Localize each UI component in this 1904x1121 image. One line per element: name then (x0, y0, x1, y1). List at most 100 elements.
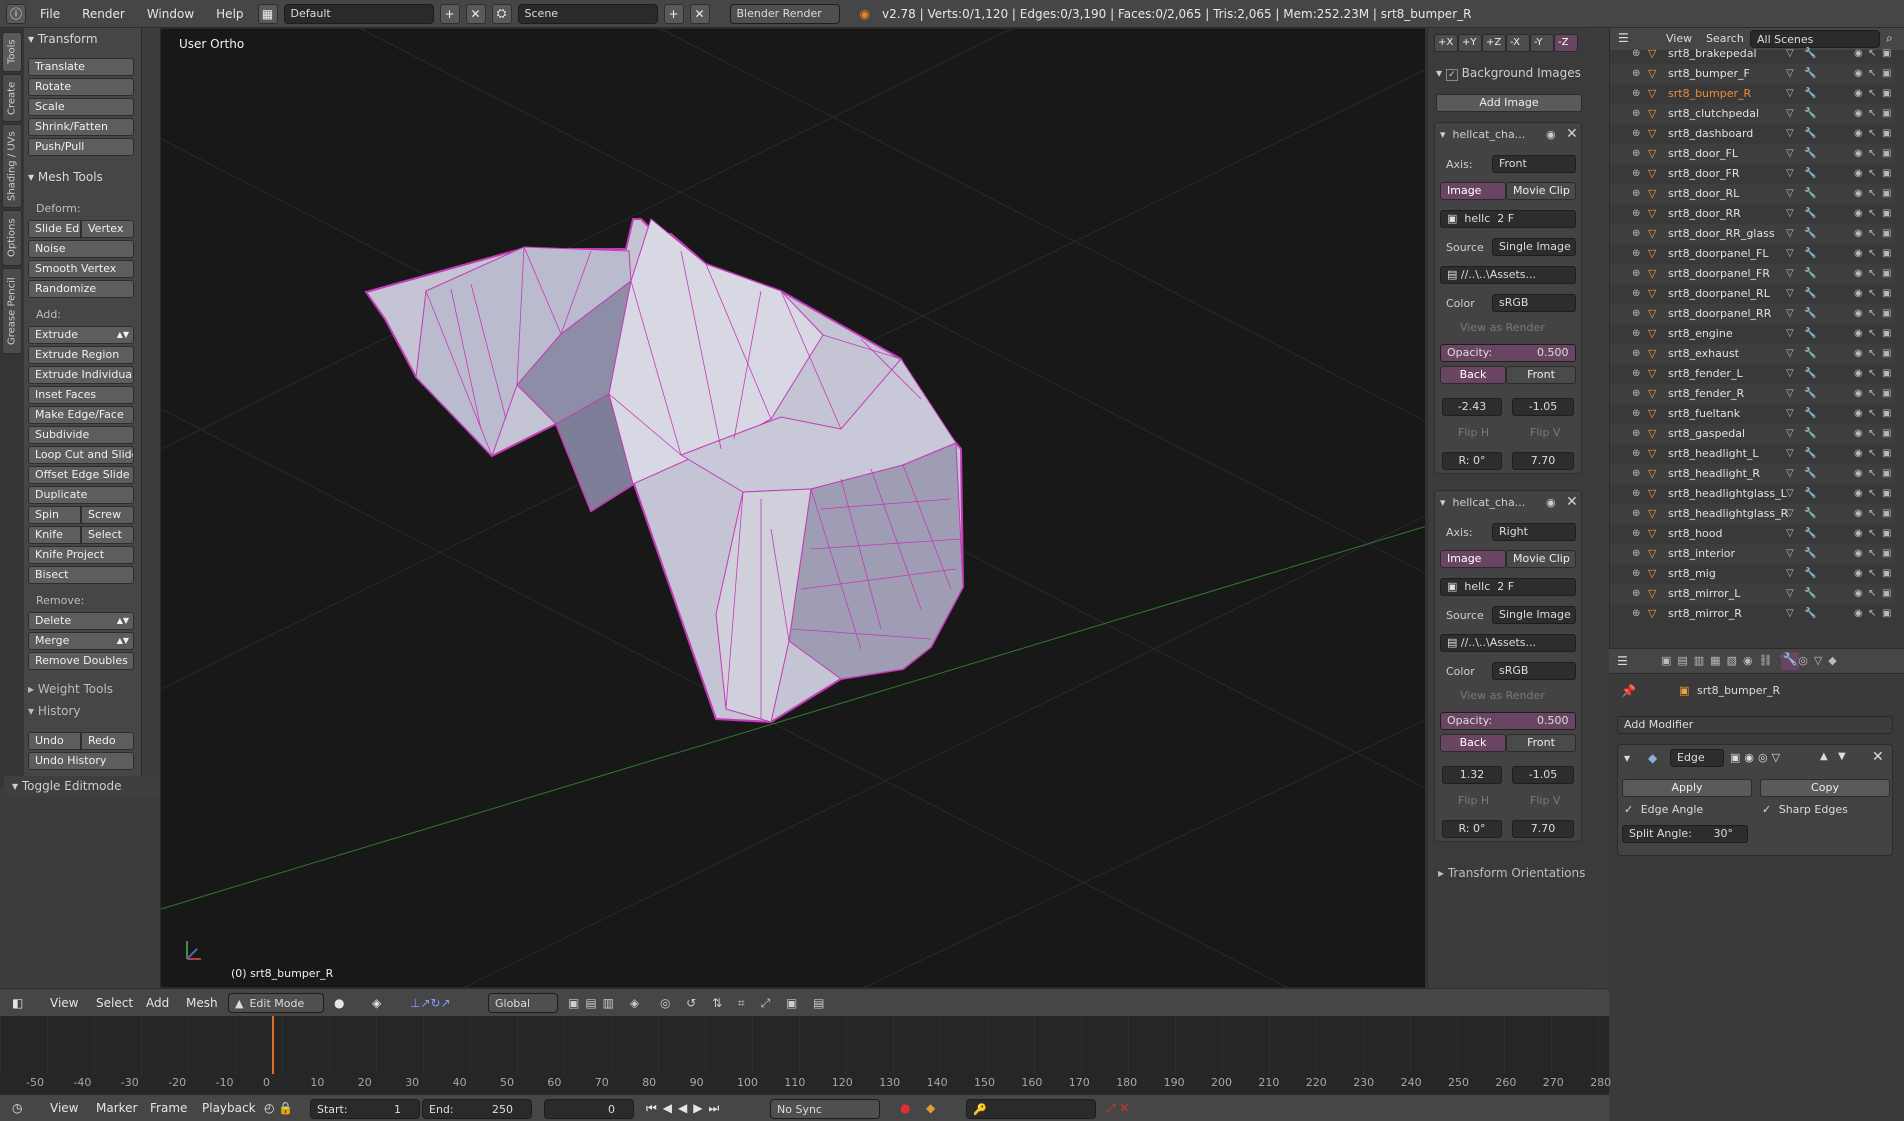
render-engine-select[interactable]: Blender Render (729, 3, 840, 24)
menu-help[interactable]: Help (208, 7, 251, 21)
editor-type-icon[interactable]: ◧ (12, 993, 23, 1013)
render-icon[interactable]: ▣ (1882, 424, 1891, 444)
timeline[interactable]: -50 -40 -30 -20 -10 0 10 20 30 40 50 60 70 80 90 100 110… (0, 1016, 1611, 1094)
expand-icon[interactable]: ⊕ (1632, 64, 1640, 84)
render-icon[interactable]: ▣ (1882, 544, 1891, 564)
opacity-slider[interactable]: Opacity: 0.500 (1440, 344, 1576, 362)
render-icon[interactable]: ▣ (1882, 44, 1891, 64)
remove-scene-icon[interactable]: ✕ (689, 3, 710, 24)
move-down-icon[interactable]: ▼ (1838, 751, 1846, 762)
transform-panel-header[interactable]: ▾ Transform (28, 32, 98, 46)
weight-tools-panel-header[interactable]: ▸ Weight Tools (28, 682, 113, 696)
eye-icon[interactable]: ◉ (1854, 584, 1863, 604)
redo-button[interactable]: Redo (81, 732, 134, 750)
cursor-select-icon[interactable]: ↖ (1868, 324, 1876, 344)
cursor-select-icon[interactable]: ↖ (1868, 504, 1876, 524)
flip-h-checkbox[interactable]: Flip H (1458, 426, 1489, 439)
bumper-mesh[interactable] (364, 218, 965, 724)
axis-select[interactable]: Front (1492, 155, 1576, 173)
scale-button[interactable]: Scale (28, 98, 134, 116)
outliner-item-label[interactable]: srt8_hood (1668, 524, 1722, 544)
viewport-canvas[interactable] (161, 29, 1426, 988)
viewport-shading-icon[interactable]: ● (334, 993, 344, 1013)
checkbox-checked-icon[interactable]: ✓ (1445, 69, 1458, 81)
inset-faces-button[interactable]: Inset Faces (28, 386, 134, 404)
flip-h-checkbox[interactable]: Flip H (1458, 794, 1489, 807)
history-panel-header[interactable]: ▾ History (28, 704, 81, 718)
render-icon[interactable]: ▣ (1882, 344, 1891, 364)
outliner-item-label[interactable]: srt8_mirror_L (1668, 584, 1740, 604)
outliner-row[interactable]: ⊕ ▽ srt8_headlightglass_R ▽ 🔧 ◉ ↖ ▣ (1610, 504, 1895, 524)
outliner-row[interactable]: ⊕ ▽ srt8_fender_R ▽ 🔧 ◉ ↖ ▣ (1610, 384, 1895, 404)
cursor-select-icon[interactable]: ↖ (1868, 364, 1876, 384)
render-icon[interactable]: ▣ (1882, 264, 1891, 284)
outliner-item-label[interactable]: srt8_headlightglass_L (1668, 484, 1787, 504)
proportional-edit-icons[interactable]: ◎ ↺ ⇅ ⌗ ⤢ ▣ ▤ (660, 993, 831, 1013)
expand-icon[interactable]: ⊕ (1632, 304, 1640, 324)
expand-icon[interactable]: ⊕ (1632, 484, 1640, 504)
slide-vertex-button[interactable]: Vertex (81, 220, 134, 238)
render-icon[interactable]: ▣ (1882, 504, 1891, 524)
outliner-item-label[interactable]: srt8_engine (1668, 324, 1733, 344)
eye-icon[interactable]: ◉ (1854, 104, 1863, 124)
outliner-row[interactable]: ⊕ ▽ srt8_door_RR_glass ▽ 🔧 ◉ ↖ ▣ (1610, 224, 1895, 244)
mesh-tools-panel-header[interactable]: ▾ Mesh Tools (28, 170, 103, 184)
outliner-row[interactable]: ⊕ ▽ srt8_fender_L ▽ 🔧 ◉ ↖ ▣ (1610, 364, 1895, 384)
move-up-icon[interactable]: ▲ (1820, 751, 1828, 762)
smooth-vertex-button[interactable]: Smooth Vertex (28, 260, 134, 278)
add-image-button[interactable]: Add Image (1436, 94, 1582, 112)
cursor-select-icon[interactable]: ↖ (1868, 284, 1876, 304)
outliner-item-label[interactable]: srt8_doorpanel_FL (1668, 244, 1769, 264)
tl-frame-menu[interactable]: Frame (150, 1098, 187, 1118)
start-frame-field[interactable]: Start: 1 (310, 1099, 420, 1119)
orientation-select[interactable]: Global (488, 993, 558, 1013)
background-images-header[interactable]: ▾ ✓ Background Images (1436, 66, 1581, 81)
outliner-row[interactable]: ⊕ ▽ srt8_mirror_R ▽ 🔧 ◉ ↖ ▣ (1610, 604, 1895, 624)
keyframe-icon[interactable]: ◆ (926, 1098, 935, 1118)
loop-cut-slide-button[interactable]: Loop Cut and Slide (28, 446, 134, 464)
outliner-item-label[interactable]: srt8_doorpanel_RL (1668, 284, 1770, 304)
eye-icon[interactable]: ◉ (1854, 424, 1863, 444)
axis-plus-x-button[interactable]: +X (1434, 34, 1458, 52)
eye-icon[interactable]: ◉ (1854, 564, 1863, 584)
eye-icon[interactable]: ◉ (1854, 364, 1863, 384)
expand-icon[interactable]: ⊕ (1632, 344, 1640, 364)
outliner-item-label[interactable]: srt8_dashboard (1668, 124, 1753, 144)
cursor-select-icon[interactable]: ↖ (1868, 104, 1876, 124)
render-icon[interactable]: ▣ (1882, 564, 1891, 584)
cursor-select-icon[interactable]: ↖ (1868, 204, 1876, 224)
cursor-select-icon[interactable]: ↖ (1868, 64, 1876, 84)
render-icon[interactable]: ▣ (1882, 224, 1891, 244)
properties-context-icons[interactable]: ▣▤▥▦▧◉⛓⬛◎▽◆ (1661, 654, 1843, 667)
movie-clip-tab[interactable]: Movie Clip (1506, 550, 1576, 568)
eye-icon[interactable]: ◉ (1854, 484, 1863, 504)
select-menu[interactable]: Select (96, 993, 133, 1013)
expand-icon[interactable]: ⊕ (1632, 324, 1640, 344)
render-icon[interactable]: ▣ (1882, 464, 1891, 484)
end-frame-field[interactable]: End: 250 (422, 1099, 532, 1119)
transform-orientations-header[interactable]: ▸ Transform Orientations (1438, 866, 1585, 880)
modifier-display-icons[interactable]: ▣◉◎▽ (1730, 751, 1784, 764)
outliner-item-label[interactable]: srt8_door_RR (1668, 204, 1741, 224)
expand-icon[interactable]: ⊕ (1632, 384, 1640, 404)
outliner-row[interactable]: ⊕ ▽ srt8_hood ▽ 🔧 ◉ ↖ ▣ (1610, 524, 1895, 544)
cursor-select-icon[interactable]: ↖ (1868, 84, 1876, 104)
render-icon[interactable]: ▣ (1882, 584, 1891, 604)
eye-icon[interactable]: ◉ (1854, 244, 1863, 264)
eye-icon[interactable]: ◉ (1854, 164, 1863, 184)
current-frame-marker[interactable] (272, 1016, 274, 1074)
axis-minus-z-button[interactable]: -Z (1554, 34, 1578, 52)
outliner-row[interactable]: ⊕ ▽ srt8_brakepedal ▽ 🔧 ◉ ↖ ▣ (1610, 44, 1895, 64)
scene-icon[interactable]: ⛭ (491, 3, 512, 24)
expand-icon[interactable]: ⊕ (1632, 84, 1640, 104)
outliner-item-label[interactable]: srt8_bumper_R (1668, 84, 1751, 104)
cursor-select-icon[interactable]: ↖ (1868, 444, 1876, 464)
translate-button[interactable]: Translate (28, 58, 134, 76)
tl-view-menu[interactable]: View (50, 1098, 78, 1118)
close-icon[interactable]: ✕ (1566, 126, 1578, 142)
cursor-select-icon[interactable]: ↖ (1868, 524, 1876, 544)
mode-select[interactable]: ▲ Edit Mode (228, 993, 324, 1013)
outliner-row[interactable]: ⊕ ▽ srt8_engine ▽ 🔧 ◉ ↖ ▣ (1610, 324, 1895, 344)
cursor-select-icon[interactable]: ↖ (1868, 164, 1876, 184)
render-icon[interactable]: ▣ (1882, 364, 1891, 384)
